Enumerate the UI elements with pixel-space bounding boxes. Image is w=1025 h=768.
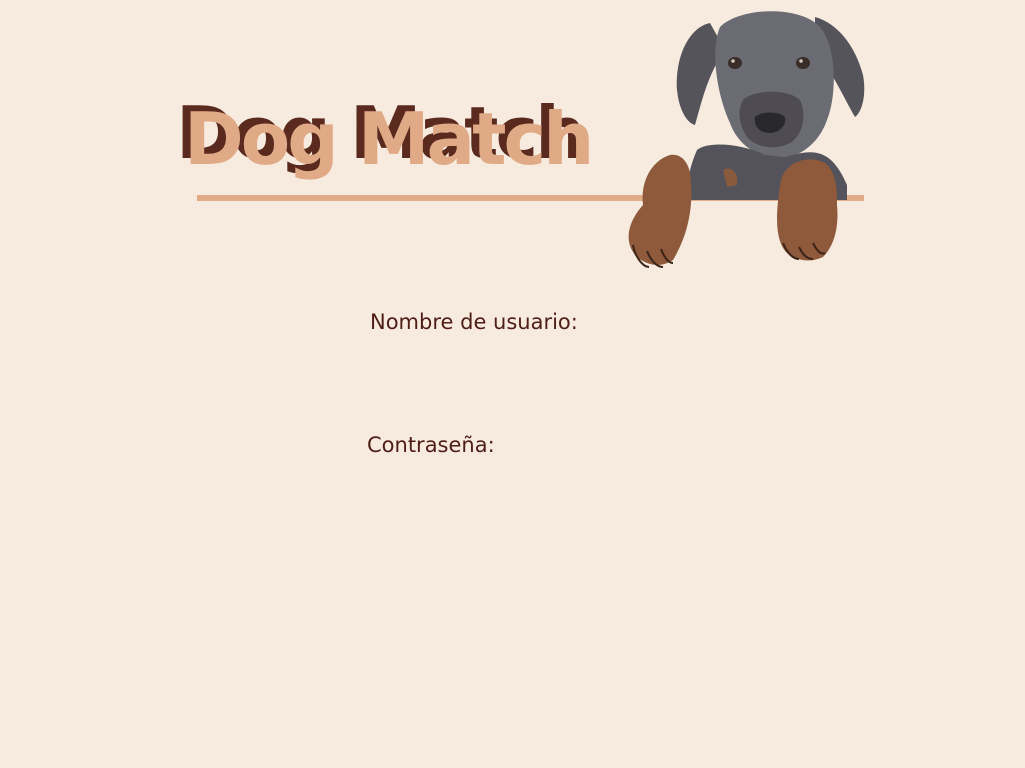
- username-input[interactable]: [370, 345, 704, 379]
- login-page: Dog Match Dog Match Nombre de usuario: C…: [0, 0, 1025, 768]
- password-label: Contraseña:: [367, 433, 495, 457]
- puppy-illustration: [628, 11, 865, 268]
- password-input[interactable]: [367, 468, 701, 502]
- logo-text: Dog Match: [184, 97, 594, 181]
- username-label: Nombre de usuario:: [370, 310, 578, 334]
- app-logo: Dog Match Dog Match: [176, 91, 650, 187]
